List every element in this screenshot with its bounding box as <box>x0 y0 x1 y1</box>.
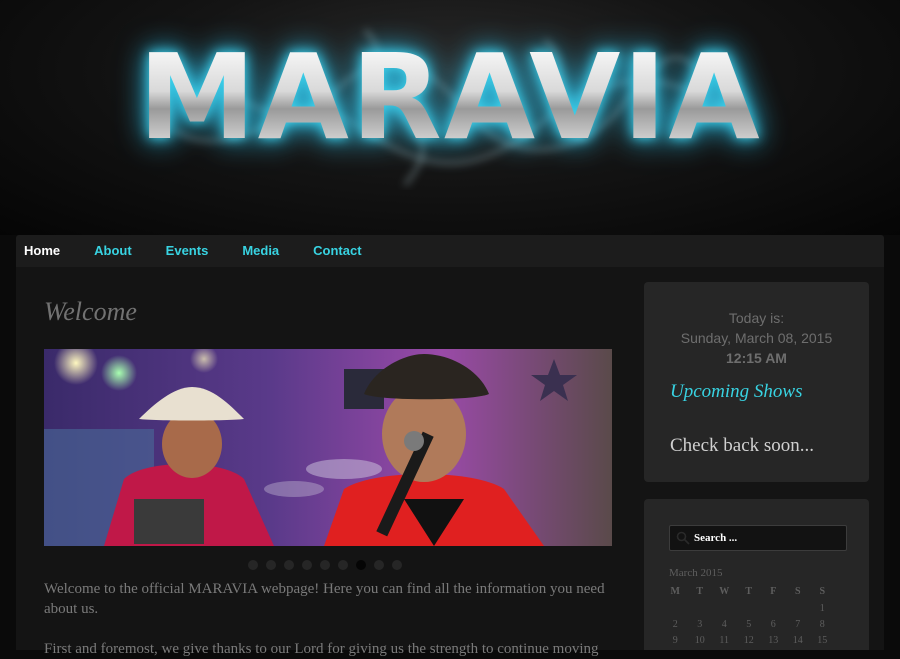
today-label: Today is: <box>728 310 785 326</box>
calendar-day[interactable]: 2 <box>663 616 688 632</box>
calendar-day[interactable]: 12 <box>737 632 762 648</box>
calendar-day <box>663 600 688 616</box>
calendar-day <box>786 600 811 616</box>
calendar-day[interactable]: 3 <box>688 616 713 632</box>
calendar-day[interactable]: 15 <box>810 632 835 648</box>
search-input[interactable] <box>694 526 844 550</box>
calendar-day[interactable]: 13 <box>761 632 786 648</box>
calendar-weekday: W <box>719 586 730 597</box>
image-slider[interactable] <box>44 349 612 546</box>
main-nav: Home About Events Media Contact <box>16 235 884 267</box>
calendar-day[interactable]: 1 <box>810 600 835 616</box>
calendar-weekday: F <box>770 586 777 597</box>
band-photo <box>44 349 612 546</box>
calendar-day[interactable]: 5 <box>737 616 762 632</box>
upcoming-shows-text: Check back soon... <box>670 435 815 456</box>
calendar-day[interactable]: 11 <box>712 632 737 648</box>
slider-dot[interactable] <box>266 560 276 570</box>
calendar-weekday: S <box>819 586 826 597</box>
upcoming-shows-title[interactable]: Upcoming Shows <box>670 381 802 403</box>
nav-item-contact[interactable]: Contact <box>313 235 370 267</box>
slider-dot[interactable] <box>320 560 330 570</box>
calendar-day[interactable]: 7 <box>786 616 811 632</box>
calendar-day <box>688 600 713 616</box>
slider-dot[interactable] <box>392 560 402 570</box>
slider-dots <box>248 560 402 570</box>
calendar-day[interactable]: 4 <box>712 616 737 632</box>
calendar-day[interactable]: 10 <box>688 632 713 648</box>
calendar-day <box>712 600 737 616</box>
search-icon <box>676 531 690 545</box>
today-date: Sunday, March 08, 2015 <box>680 330 833 346</box>
nav-item-media[interactable]: Media <box>242 235 288 267</box>
intro-paragraph-2: First and foremost, we give thanks to ou… <box>44 641 599 657</box>
calendar-caption: March 2015 <box>669 567 723 579</box>
main-content: Welcome Welcome to the official MARAVIA … <box>16 267 884 657</box>
page-title: Welcome <box>44 297 137 326</box>
site-logo[interactable]: MARAVIA <box>0 38 900 156</box>
nav-item-events[interactable]: Events <box>166 235 218 267</box>
calendar-week: 1 <box>663 600 835 616</box>
calendar-weekday: M <box>670 586 680 597</box>
search-box <box>669 525 847 551</box>
calendar-day[interactable]: 14 <box>786 632 811 648</box>
calendar-weekday: T <box>696 586 704 597</box>
calendar-day[interactable]: 6 <box>761 616 786 632</box>
calendar-week: 9 10 11 12 13 14 15 <box>663 632 835 648</box>
slider-dot[interactable] <box>374 560 384 570</box>
slider-dot[interactable] <box>356 560 366 570</box>
site-header: MARAVIA <box>0 0 900 235</box>
slider-dot[interactable] <box>284 560 294 570</box>
calendar-day[interactable]: 8 <box>810 616 835 632</box>
calendar-week: 2345678 <box>663 616 835 632</box>
calendar-day[interactable]: 9 <box>663 632 688 648</box>
today-time: 12:15 AM <box>726 350 787 366</box>
slider-dot[interactable] <box>248 560 258 570</box>
calendar-weekday: S <box>794 586 801 597</box>
search-calendar-widget: March 2015 MTWTFSS 123456789101112131415 <box>644 499 869 650</box>
date-widget: Today is: Sunday, March 08, 2015 12:15 A… <box>644 282 869 482</box>
slider-dot[interactable] <box>338 560 348 570</box>
intro-paragraph: Welcome to the official MARAVIA webpage!… <box>44 581 605 617</box>
nav-item-about[interactable]: About <box>94 235 141 267</box>
nav-item-home[interactable]: Home <box>24 235 69 267</box>
calendar-day <box>761 600 786 616</box>
calendar-weekday: T <box>745 586 753 597</box>
calendar: MTWTFSS 1 2 3 4 5 6 7 8 9 10 11 12 13 14 15 <box>663 583 835 648</box>
slider-dot[interactable] <box>302 560 312 570</box>
calendar-day <box>737 600 762 616</box>
